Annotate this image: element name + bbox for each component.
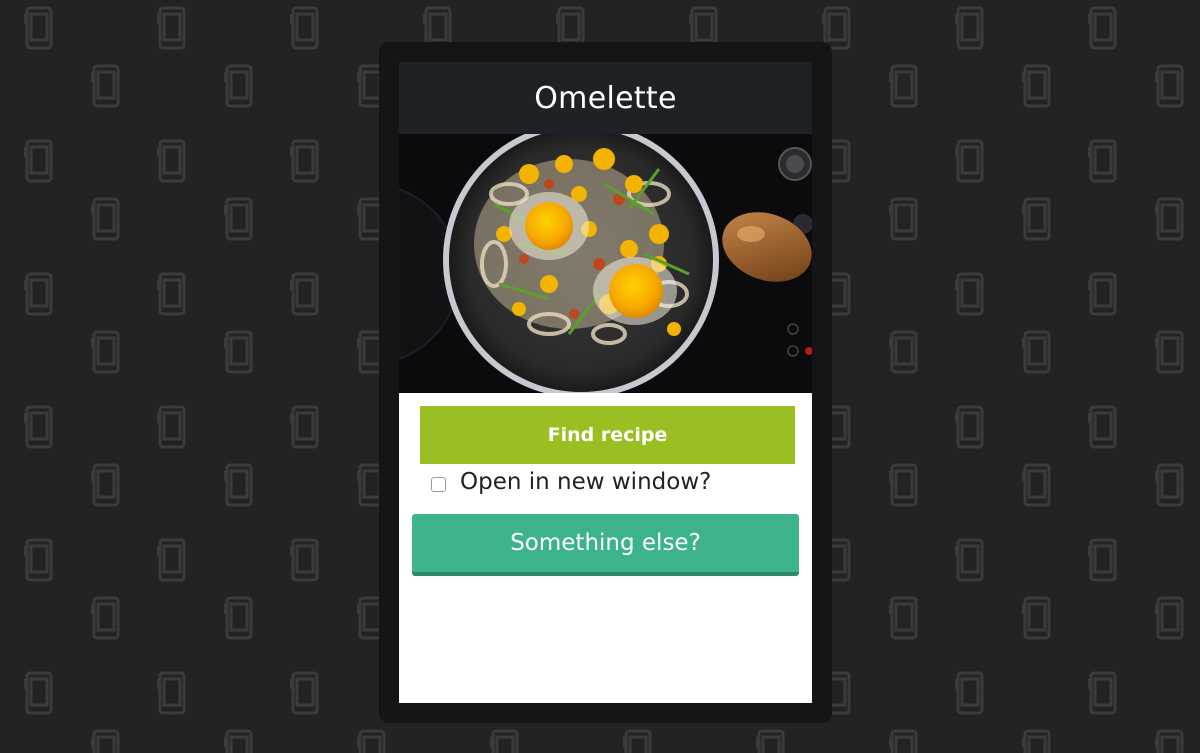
open-new-window-checkbox[interactable]: [431, 476, 446, 492]
app-header: Omelette: [399, 62, 812, 134]
open-new-window-option: Open in new window?: [431, 464, 711, 500]
page-title: Omelette: [534, 80, 677, 116]
something-else-button[interactable]: Something else?: [412, 514, 799, 576]
food-image: [399, 134, 812, 393]
open-new-window-label[interactable]: Open in new window?: [460, 469, 711, 495]
app-screen: Omelette Find recipe Open in new window?…: [399, 62, 812, 703]
find-recipe-button[interactable]: Find recipe: [420, 406, 795, 464]
